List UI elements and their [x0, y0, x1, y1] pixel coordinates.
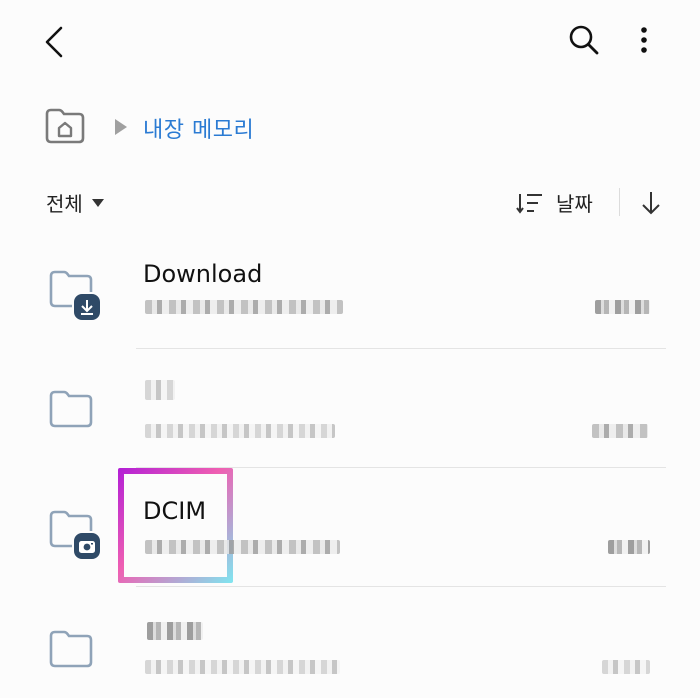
redacted-count	[602, 660, 650, 674]
camera-badge-icon	[72, 531, 102, 561]
folder-icon	[48, 268, 102, 322]
redacted-name	[145, 380, 175, 400]
list-item[interactable]: Download	[0, 240, 700, 350]
folder-icon	[48, 508, 102, 561]
toolbar-divider	[619, 188, 620, 216]
breadcrumb-home-button[interactable]	[44, 108, 86, 144]
redacted-name	[147, 622, 203, 640]
sort-order-button[interactable]	[634, 186, 668, 220]
folder-name: Download	[143, 260, 263, 288]
redacted-count	[608, 540, 650, 554]
folder-name: DCIM	[143, 497, 207, 525]
list-item[interactable]	[0, 468, 700, 586]
back-button[interactable]	[32, 20, 76, 64]
download-badge-icon	[72, 292, 102, 322]
sort-button[interactable]: 날짜	[516, 188, 593, 217]
chevron-left-icon	[45, 26, 63, 58]
redacted-details	[145, 660, 340, 674]
caret-down-icon	[91, 198, 104, 207]
sort-label: 날짜	[556, 192, 593, 216]
list-item[interactable]	[0, 350, 700, 468]
arrow-down-icon	[642, 192, 660, 215]
redacted-count	[595, 300, 650, 314]
redacted-details	[145, 424, 335, 438]
sort-icon	[516, 193, 542, 214]
focus-highlight	[118, 468, 233, 583]
row-divider	[136, 348, 666, 349]
home-folder-icon	[45, 108, 85, 144]
more-options-button[interactable]	[626, 18, 662, 62]
search-icon	[569, 25, 599, 55]
redacted-count	[592, 424, 648, 438]
folder-icon	[48, 388, 96, 436]
breadcrumb-separator-icon	[114, 118, 128, 140]
folder-icon	[48, 628, 96, 676]
filter-dropdown[interactable]: 전체	[46, 188, 105, 217]
search-button[interactable]	[562, 18, 606, 62]
filter-label: 전체	[46, 192, 83, 216]
redacted-details	[145, 540, 340, 554]
breadcrumb-current[interactable]: 내장 메모리	[143, 112, 254, 144]
more-vertical-icon	[641, 27, 647, 53]
row-divider	[136, 586, 666, 587]
list-item[interactable]	[0, 588, 700, 698]
redacted-details	[145, 300, 343, 314]
